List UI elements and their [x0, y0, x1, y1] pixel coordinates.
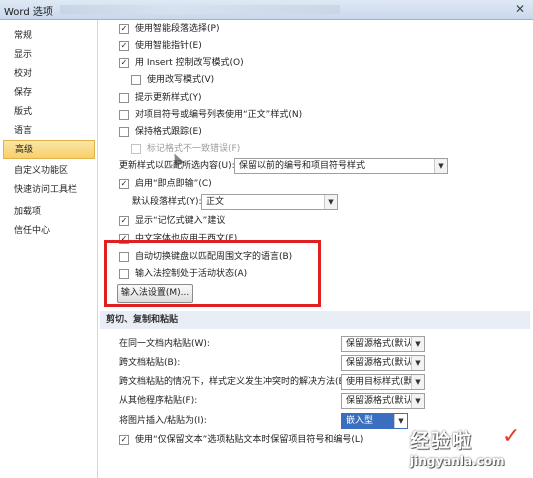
option-label: 使用智能段落选择(P)	[135, 24, 220, 34]
option-label: 使用“仅保留文本”选项粘贴文本时保留项目符号和编号(L)	[135, 435, 364, 445]
checkbox[interactable]	[119, 24, 129, 34]
option-label: 显示“记忆式键入”建议	[135, 216, 226, 226]
sidebar-item-addins[interactable]: 加载项	[3, 203, 95, 222]
chevron-down-icon[interactable]: ▼	[434, 159, 447, 173]
option-label: 保持格式跟踪(E)	[135, 127, 202, 137]
sidebar-item-customize-ribbon[interactable]: 自定义功能区	[3, 162, 95, 181]
paste-row-label: 跨文档粘贴的情况下，样式定义发生冲突时的解决方法(E):	[119, 377, 351, 387]
chevron-down-icon[interactable]: ▼	[411, 337, 424, 351]
checkbox[interactable]	[119, 127, 129, 137]
paste-row-label: 从其他程序粘贴(F):	[119, 396, 198, 406]
checkbox[interactable]	[119, 435, 129, 445]
blurred-title-area	[60, 5, 340, 14]
sidebar-item-layout[interactable]: 版式	[3, 103, 95, 122]
select-value: 正文	[206, 197, 225, 207]
update-style-select[interactable]: 保留以前的编号和项目符号样式 ▼	[234, 158, 448, 174]
checkbox[interactable]	[119, 216, 129, 226]
paste-other-programs-select[interactable]: 保留源格式(默认) ▼	[341, 393, 425, 409]
chevron-down-icon[interactable]: ▼	[411, 375, 424, 389]
checkbox[interactable]	[119, 110, 129, 120]
title-bar: Word 选项 ✕	[0, 0, 533, 20]
options-sidebar: 常规 显示 校对 保存 版式 语言 高级 自定义功能区 快速访问工具栏 加载项 …	[0, 20, 98, 478]
section-header-cut-copy-paste: 剪切、复制和粘贴	[100, 311, 530, 329]
highlight-box	[104, 240, 321, 307]
default-paragraph-label: 默认段落样式(Y):	[132, 197, 202, 207]
chevron-down-icon[interactable]: ▼	[324, 195, 337, 209]
chevron-down-icon[interactable]: ▼	[411, 394, 424, 408]
sidebar-item-quick-access[interactable]: 快速访问工具栏	[3, 181, 95, 200]
select-value: 保留源格式(默认)	[346, 396, 417, 406]
close-icon[interactable]: ✕	[515, 2, 525, 16]
window-title: Word 选项	[4, 7, 53, 18]
checkbox[interactable]	[119, 179, 129, 189]
sidebar-item-general[interactable]: 常规	[3, 27, 95, 46]
check-icon: ✓	[502, 424, 521, 449]
checkbox[interactable]	[119, 41, 129, 51]
paste-row-label: 将图片插入/粘贴为(I):	[119, 416, 207, 426]
select-value: 保留源格式(默认)	[346, 358, 417, 368]
checkbox	[131, 144, 141, 154]
sidebar-item-proofing[interactable]: 校对	[3, 65, 95, 84]
option-label: 使用改写模式(V)	[147, 75, 215, 85]
checkbox[interactable]	[119, 93, 129, 103]
sidebar-item-save[interactable]: 保存	[3, 84, 95, 103]
select-value: 保留以前的编号和项目符号样式	[239, 161, 366, 171]
paste-row-label: 跨文档粘贴(B):	[119, 358, 181, 368]
option-label: 启用“即点即输”(C)	[135, 179, 212, 189]
watermark-text: 经验啦	[410, 430, 474, 452]
chevron-down-icon[interactable]: ▼	[394, 414, 407, 428]
option-label: 标记格式不一致错误(F)	[147, 144, 241, 154]
option-label: 用 Insert 控制改写模式(O)	[135, 58, 244, 68]
paste-same-document-select[interactable]: 保留源格式(默认) ▼	[341, 336, 425, 352]
sidebar-item-display[interactable]: 显示	[3, 46, 95, 65]
default-paragraph-select[interactable]: 正文 ▼	[201, 194, 338, 210]
option-label: 对项目符号或编号列表使用“正文”样式(N)	[135, 110, 303, 120]
checkbox[interactable]	[119, 58, 129, 68]
sidebar-item-advanced[interactable]: 高级	[3, 140, 95, 159]
checkbox[interactable]	[131, 75, 141, 85]
watermark-url: jingyanla.com	[410, 454, 505, 468]
chevron-down-icon[interactable]: ▼	[411, 356, 424, 370]
select-value: 嵌入型	[346, 416, 374, 426]
option-label: 使用智能指针(E)	[135, 41, 202, 51]
sidebar-item-language[interactable]: 语言	[3, 122, 95, 141]
insert-picture-as-select[interactable]: 嵌入型 ▼	[341, 413, 408, 429]
option-label: 提示更新样式(Y)	[135, 93, 202, 103]
watermark: 经验啦 ✓ jingyanla.com	[410, 424, 532, 476]
select-value: 保留源格式(默认)	[346, 339, 417, 349]
sidebar-item-trust-center[interactable]: 信任中心	[3, 222, 95, 241]
paste-style-conflict-select[interactable]: 使用目标样式(默认) ▼	[341, 374, 425, 390]
paste-between-documents-select[interactable]: 保留源格式(默认) ▼	[341, 355, 425, 371]
paste-row-label: 在同一文档内粘贴(W):	[119, 339, 210, 349]
